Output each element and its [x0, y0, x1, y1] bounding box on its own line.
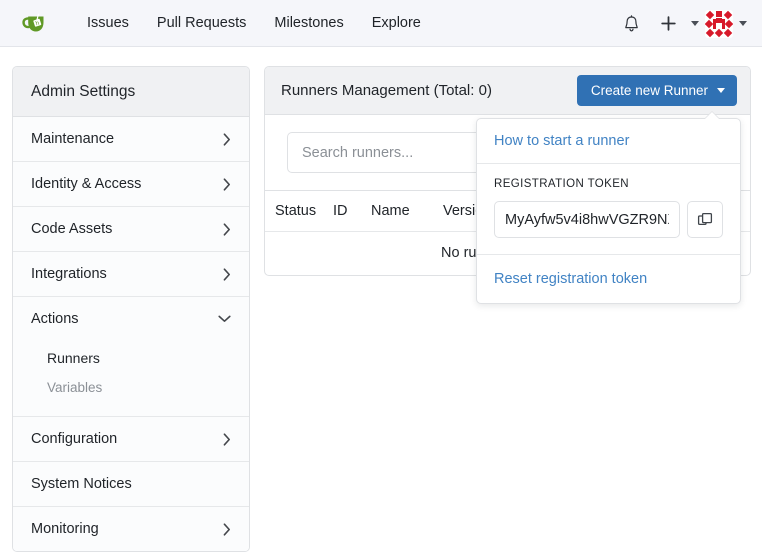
nav-links: Issues Pull Requests Milestones Explore	[73, 9, 435, 37]
sidebar-item-variables[interactable]: Variables	[13, 373, 249, 402]
notification-bell-icon[interactable]	[614, 7, 648, 41]
reset-registration-token-link[interactable]: Reset registration token	[477, 255, 740, 303]
chevron-down-icon	[218, 315, 231, 323]
sidebar-item-label: Code Assets	[31, 221, 113, 237]
page-title: Runners Management (Total: 0)	[281, 82, 492, 99]
chevron-right-icon	[223, 432, 231, 446]
sidebar-item-identity-and-access[interactable]: Identity & Access	[13, 162, 249, 207]
nav-link-pull-requests[interactable]: Pull Requests	[143, 9, 260, 37]
column-header-name[interactable]: Name	[371, 191, 443, 232]
chevron-right-icon	[223, 132, 231, 146]
sidebar-item-integrations[interactable]: Integrations	[13, 252, 249, 297]
sidebar-item-label: Identity & Access	[31, 176, 142, 192]
sidebar-item-label: Integrations	[31, 266, 107, 282]
create-new-runner-label: Create new Runner	[590, 83, 708, 98]
nav-link-explore[interactable]: Explore	[358, 9, 435, 37]
sidebar-item-code-assets[interactable]: Code Assets	[13, 207, 249, 252]
chevron-down-icon[interactable]	[691, 21, 699, 26]
panel-header: Runners Management (Total: 0) Create new…	[265, 67, 750, 115]
caret-down-icon	[717, 88, 725, 93]
registration-token-input[interactable]	[494, 201, 680, 238]
nav-link-issues[interactable]: Issues	[73, 9, 143, 37]
sidebar-item-actions[interactable]: Actions	[13, 297, 249, 341]
create-new-runner-button[interactable]: Create new Runner	[576, 75, 737, 106]
how-to-start-a-runner-link[interactable]: How to start a runner	[477, 119, 740, 164]
sidebar-item-system-notices[interactable]: System Notices	[13, 462, 249, 507]
token-row	[494, 201, 723, 238]
sidebar-item-maintenance[interactable]: Maintenance	[13, 117, 249, 162]
user-menu[interactable]	[702, 9, 750, 38]
create-new-menu[interactable]	[648, 7, 702, 41]
admin-settings-sidebar: Admin Settings Maintenance Identity & Ac…	[12, 66, 250, 552]
sidebar-item-label: System Notices	[31, 476, 132, 492]
sidebar-item-label: Maintenance	[31, 131, 115, 147]
column-header-status[interactable]: Status	[265, 191, 333, 232]
chevron-right-icon	[223, 222, 231, 236]
column-header-id[interactable]: ID	[333, 191, 371, 232]
sidebar-item-runners[interactable]: Runners	[13, 343, 249, 373]
gitea-teacup-logo-icon[interactable]: h	[19, 8, 53, 38]
copy-icon[interactable]	[687, 201, 723, 238]
nav-link-milestones[interactable]: Milestones	[260, 9, 357, 37]
create-runner-dropdown-popup: How to start a runner REGISTRATION TOKEN…	[476, 111, 741, 304]
chevron-right-icon	[223, 522, 231, 536]
sidebar-item-monitoring[interactable]: Monitoring	[13, 507, 249, 551]
plus-icon[interactable]	[651, 7, 685, 41]
chevron-right-icon	[223, 267, 231, 281]
navbar-right-group	[614, 0, 750, 47]
chevron-down-icon[interactable]	[739, 21, 747, 26]
registration-token-label: REGISTRATION TOKEN	[494, 178, 629, 190]
sidebar-submenu-actions: Runners Variables	[13, 341, 249, 417]
sidebar-header: Admin Settings	[13, 67, 249, 117]
top-navbar: h Issues Pull Requests Milestones Explor…	[0, 0, 762, 47]
sidebar-item-label: Configuration	[31, 431, 118, 447]
registration-token-section: REGISTRATION TOKEN	[477, 164, 740, 255]
avatar[interactable]	[705, 9, 733, 38]
sidebar-item-label: Actions	[31, 311, 79, 327]
sidebar-item-label: Monitoring	[31, 521, 99, 537]
sidebar-item-configuration[interactable]: Configuration	[13, 417, 249, 462]
popup-caret-inner-icon	[705, 112, 719, 119]
chevron-right-icon	[223, 177, 231, 191]
